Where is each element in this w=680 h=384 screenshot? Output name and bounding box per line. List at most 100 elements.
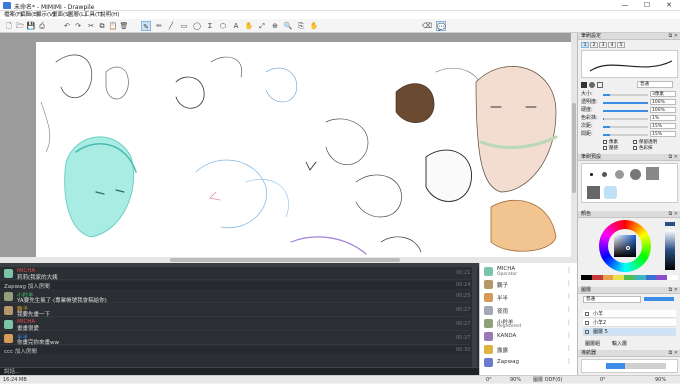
color-picker-icon[interactable]: ⊕ bbox=[270, 21, 280, 31]
hand-tool-icon[interactable]: ✋ bbox=[309, 21, 319, 31]
palette-color[interactable] bbox=[667, 275, 679, 280]
dock-close-icon[interactable]: ⧉ ✕ bbox=[669, 350, 678, 357]
zoom-tool-icon[interactable]: 🔍 bbox=[283, 21, 293, 31]
opacity-slider[interactable] bbox=[603, 102, 648, 104]
user-item[interactable]: KANDA ⋮ bbox=[480, 330, 572, 343]
smudge-checkbox[interactable] bbox=[633, 146, 637, 150]
layer-visibility-checkbox[interactable] bbox=[585, 330, 589, 334]
delete-icon[interactable]: 🗑 bbox=[119, 21, 129, 31]
layer-item-selected[interactable]: 圖層 5 bbox=[583, 328, 676, 336]
palette-color[interactable] bbox=[591, 275, 603, 280]
slider-value[interactable]: 3像素 bbox=[650, 91, 676, 97]
layer-item[interactable]: 小羊 bbox=[583, 310, 676, 318]
user-item[interactable]: 夜雨 ⋮ bbox=[480, 304, 572, 317]
user-item[interactable]: Zapwag ⋮ bbox=[480, 356, 572, 369]
round-brush-icon[interactable] bbox=[581, 82, 587, 88]
copy-icon[interactable]: ⧉ bbox=[97, 21, 107, 31]
dock-close-icon[interactable]: ⧉ ✕ bbox=[669, 287, 678, 294]
slider-value[interactable]: 1% bbox=[650, 115, 676, 121]
preset-swatch[interactable] bbox=[630, 169, 641, 180]
save-icon[interactable]: 💾 bbox=[26, 21, 36, 31]
user-menu-icon[interactable]: ⋮ bbox=[566, 280, 572, 287]
palette-color[interactable] bbox=[613, 275, 625, 280]
brush-slot-tab[interactable]: 2 bbox=[590, 42, 598, 48]
user-item[interactable]: 小羚羊 Registered ⋮ bbox=[480, 317, 572, 330]
select-tool-icon[interactable]: ⤢ bbox=[257, 21, 267, 31]
preset-swatch[interactable] bbox=[604, 186, 617, 199]
layer-visibility-checkbox[interactable] bbox=[585, 312, 589, 316]
preset-swatch[interactable] bbox=[615, 170, 624, 179]
preserve-alpha-checkbox[interactable] bbox=[633, 140, 637, 144]
minimize-button[interactable]: — bbox=[614, 0, 636, 11]
palette-color[interactable] bbox=[634, 275, 646, 280]
line-tool-icon[interactable]: ╱ bbox=[166, 21, 176, 31]
lasso-tool-icon[interactable]: ⌫ bbox=[422, 21, 432, 31]
brush-slot-tab[interactable]: 4 bbox=[608, 42, 616, 48]
ellipse-tool-icon[interactable]: ◯ bbox=[192, 21, 202, 31]
canvas-area[interactable] bbox=[0, 33, 577, 257]
user-item[interactable]: 鵬子 ⋮ bbox=[480, 278, 572, 291]
brush-slot-tab[interactable]: 5 bbox=[617, 42, 625, 48]
value-bar[interactable] bbox=[665, 230, 675, 270]
maximize-button[interactable]: ☐ bbox=[636, 0, 658, 11]
brush-slot-tab[interactable]: 3 bbox=[599, 42, 607, 48]
brush-slot-tab[interactable]: 1 bbox=[581, 42, 589, 48]
preset-swatch[interactable] bbox=[587, 186, 600, 199]
preset-swatch[interactable] bbox=[646, 167, 659, 180]
layer-visibility-checkbox[interactable] bbox=[585, 321, 589, 325]
eraser-pencil-icon[interactable]: ✏ bbox=[154, 21, 164, 31]
horizontal-scroll-thumb[interactable] bbox=[170, 258, 400, 262]
color-picker-cursor[interactable] bbox=[626, 246, 630, 250]
slider-value[interactable]: 100% bbox=[650, 99, 676, 105]
user-menu-icon[interactable]: ⋮ bbox=[566, 345, 572, 352]
user-menu-icon[interactable]: ⋮ bbox=[566, 306, 572, 313]
user-menu-icon[interactable]: ⋮ bbox=[566, 332, 572, 339]
dock-close-icon[interactable]: ⧉ ✕ bbox=[669, 33, 678, 40]
user-menu-icon[interactable]: ⋮ bbox=[566, 267, 572, 274]
open-file-icon[interactable]: 🗁 bbox=[15, 21, 25, 31]
close-button[interactable]: ✕ bbox=[658, 0, 680, 11]
dock-close-icon[interactable]: ⧉ ✕ bbox=[669, 211, 678, 218]
palette-color[interactable] bbox=[645, 275, 657, 280]
layer-opacity-slider[interactable] bbox=[644, 297, 674, 301]
spacing-slider[interactable] bbox=[603, 126, 648, 128]
layer-blend-select[interactable]: 普通 bbox=[583, 296, 641, 303]
user-item[interactable]: MICHA Operator ⋮ bbox=[480, 265, 572, 278]
slider-value[interactable]: 15% bbox=[650, 131, 676, 137]
text-tool-icon[interactable]: A bbox=[231, 21, 241, 31]
pixel-checkbox[interactable] bbox=[603, 140, 607, 144]
print-icon[interactable]: ⎙ bbox=[37, 21, 47, 31]
user-menu-icon[interactable]: ⋮ bbox=[566, 358, 572, 365]
pressure-checkbox[interactable] bbox=[603, 146, 607, 150]
layer-item[interactable]: 小羊2 bbox=[583, 319, 676, 327]
chat-input[interactable]: 說話... bbox=[0, 367, 479, 375]
pixel-brush-icon[interactable] bbox=[597, 82, 603, 88]
chat-toggle-icon[interactable]: 💬 bbox=[436, 21, 446, 31]
input-layer-button[interactable]: 輸入層 bbox=[612, 340, 627, 347]
color-palette-strip[interactable] bbox=[581, 275, 679, 280]
user-menu-icon[interactable]: ⋮ bbox=[566, 319, 572, 326]
slider-value[interactable]: 100% bbox=[650, 107, 676, 113]
gap-slider[interactable] bbox=[603, 134, 648, 136]
dock-close-icon[interactable]: ⧉ ✕ bbox=[669, 154, 678, 161]
smudge-slider[interactable] bbox=[603, 118, 648, 120]
rectangle-tool-icon[interactable]: ▭ bbox=[179, 21, 189, 31]
annotation-tool-icon[interactable]: ⎘ bbox=[296, 21, 306, 31]
preset-swatch[interactable] bbox=[590, 173, 593, 176]
pan-tool-icon[interactable]: ✋ bbox=[244, 21, 254, 31]
layer-group-button[interactable]: 圖層組 bbox=[585, 340, 600, 347]
menu-help[interactable]: 說明(H) bbox=[100, 11, 119, 19]
user-item[interactable]: 半半 ⋮ bbox=[480, 291, 572, 304]
size-slider[interactable] bbox=[603, 94, 648, 96]
paste-icon[interactable]: 📋 bbox=[108, 21, 118, 31]
navigator-preview[interactable] bbox=[581, 359, 678, 373]
user-item[interactable]: 露露 ⋮ bbox=[480, 343, 572, 356]
vertical-scroll-thumb[interactable] bbox=[572, 103, 576, 193]
preset-swatch[interactable] bbox=[602, 172, 607, 177]
freehand-brush-icon[interactable]: ✎ bbox=[141, 21, 151, 31]
palette-color[interactable] bbox=[624, 275, 635, 280]
chat-scrollbar[interactable] bbox=[472, 267, 477, 367]
undo-icon[interactable]: ↶ bbox=[62, 21, 72, 31]
cut-icon[interactable]: ✂ bbox=[86, 21, 96, 31]
redo-icon[interactable]: ↷ bbox=[73, 21, 83, 31]
